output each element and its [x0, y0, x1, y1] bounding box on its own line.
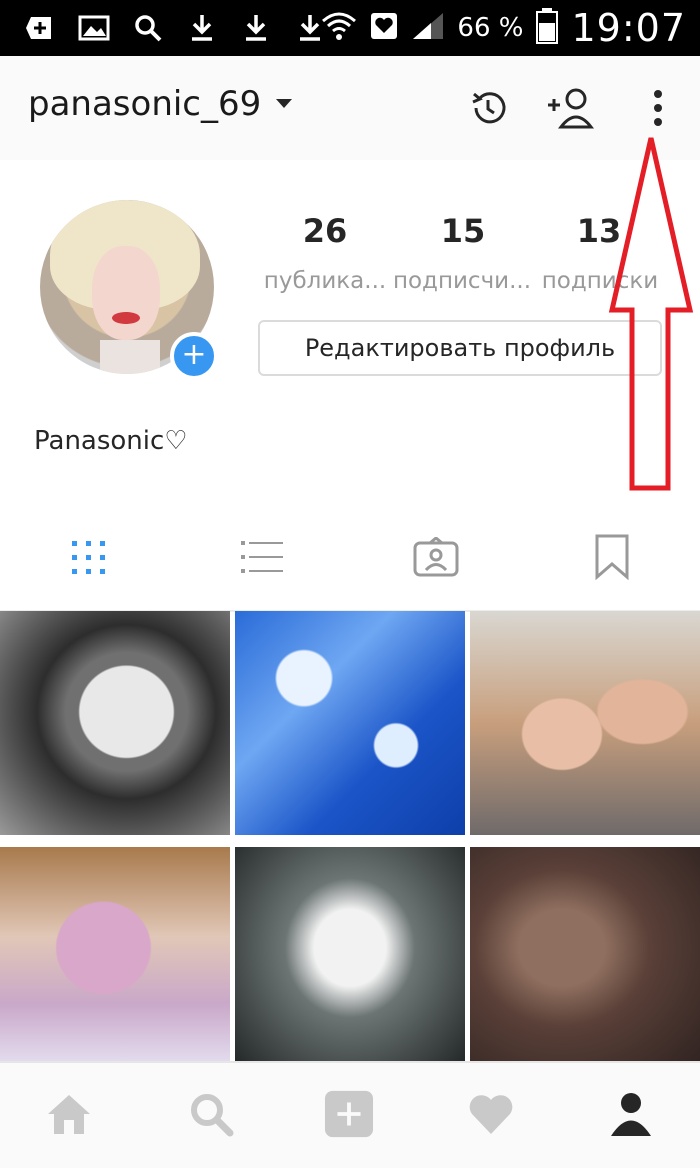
bookmark-icon[interactable]: [582, 532, 642, 582]
battery-percent: 66 %: [457, 13, 524, 43]
home-icon[interactable]: [44, 1089, 94, 1139]
photo-grid: [0, 611, 700, 1071]
clock: 19:07: [571, 6, 686, 50]
tagged-icon[interactable]: [406, 532, 466, 582]
photo-thumbnail[interactable]: [235, 611, 465, 835]
avatar-neck: [100, 340, 160, 374]
stat-followers-count: 15: [440, 212, 486, 250]
battery-icon: [535, 7, 559, 49]
status-bar: 66 % 19:07: [0, 0, 700, 56]
heart-icon[interactable]: [466, 1089, 516, 1139]
search-icon: [130, 10, 166, 46]
stat-posts[interactable]: 26: [260, 212, 390, 250]
avatar-face: [92, 246, 160, 340]
photo-thumbnail[interactable]: [470, 847, 700, 1071]
add-story-icon[interactable]: +: [170, 332, 218, 380]
more-vertical-icon[interactable]: [634, 84, 682, 132]
stat-followers[interactable]: 15: [398, 212, 528, 250]
download-icon: [184, 10, 220, 46]
annotation-arrow: [608, 137, 694, 491]
wifi-icon: [321, 9, 357, 47]
bottom-navigation: [0, 1061, 700, 1168]
photo-thumbnail[interactable]: [470, 611, 700, 835]
avatar-lips: [112, 312, 140, 324]
stat-posts-count: 26: [302, 212, 348, 250]
chevron-down-icon: [275, 95, 293, 114]
profile-section: + 26 публика... 15 подписчи... 13 подпис…: [0, 160, 700, 506]
image-icon: [76, 10, 112, 46]
full-name: Panasonic♡: [34, 426, 188, 456]
add-box-icon: [22, 10, 58, 46]
photo-thumbnail[interactable]: [235, 847, 465, 1071]
photo-thumbnail[interactable]: [0, 611, 230, 835]
stat-posts-label: публика...: [263, 268, 387, 294]
add-icon[interactable]: [324, 1089, 374, 1139]
profile-header: panasonic_69: [0, 56, 700, 162]
grid-icon[interactable]: [58, 532, 118, 582]
history-icon[interactable]: [464, 84, 512, 132]
username: panasonic_69: [28, 84, 262, 124]
download-icon: [238, 10, 274, 46]
profile-icon[interactable]: [606, 1089, 656, 1139]
account-switcher[interactable]: panasonic_69: [28, 84, 293, 124]
search-icon[interactable]: [186, 1089, 236, 1139]
profile-view-tabs: [0, 504, 700, 612]
heart-box-icon: [369, 11, 399, 45]
stat-followers-label: подписчи...: [392, 268, 532, 294]
add-user-icon[interactable]: [546, 84, 594, 132]
signal-icon: [411, 11, 445, 45]
list-icon[interactable]: [232, 532, 292, 582]
edit-profile-button[interactable]: Редактировать профиль: [258, 320, 662, 376]
photo-thumbnail[interactable]: [0, 847, 230, 1071]
